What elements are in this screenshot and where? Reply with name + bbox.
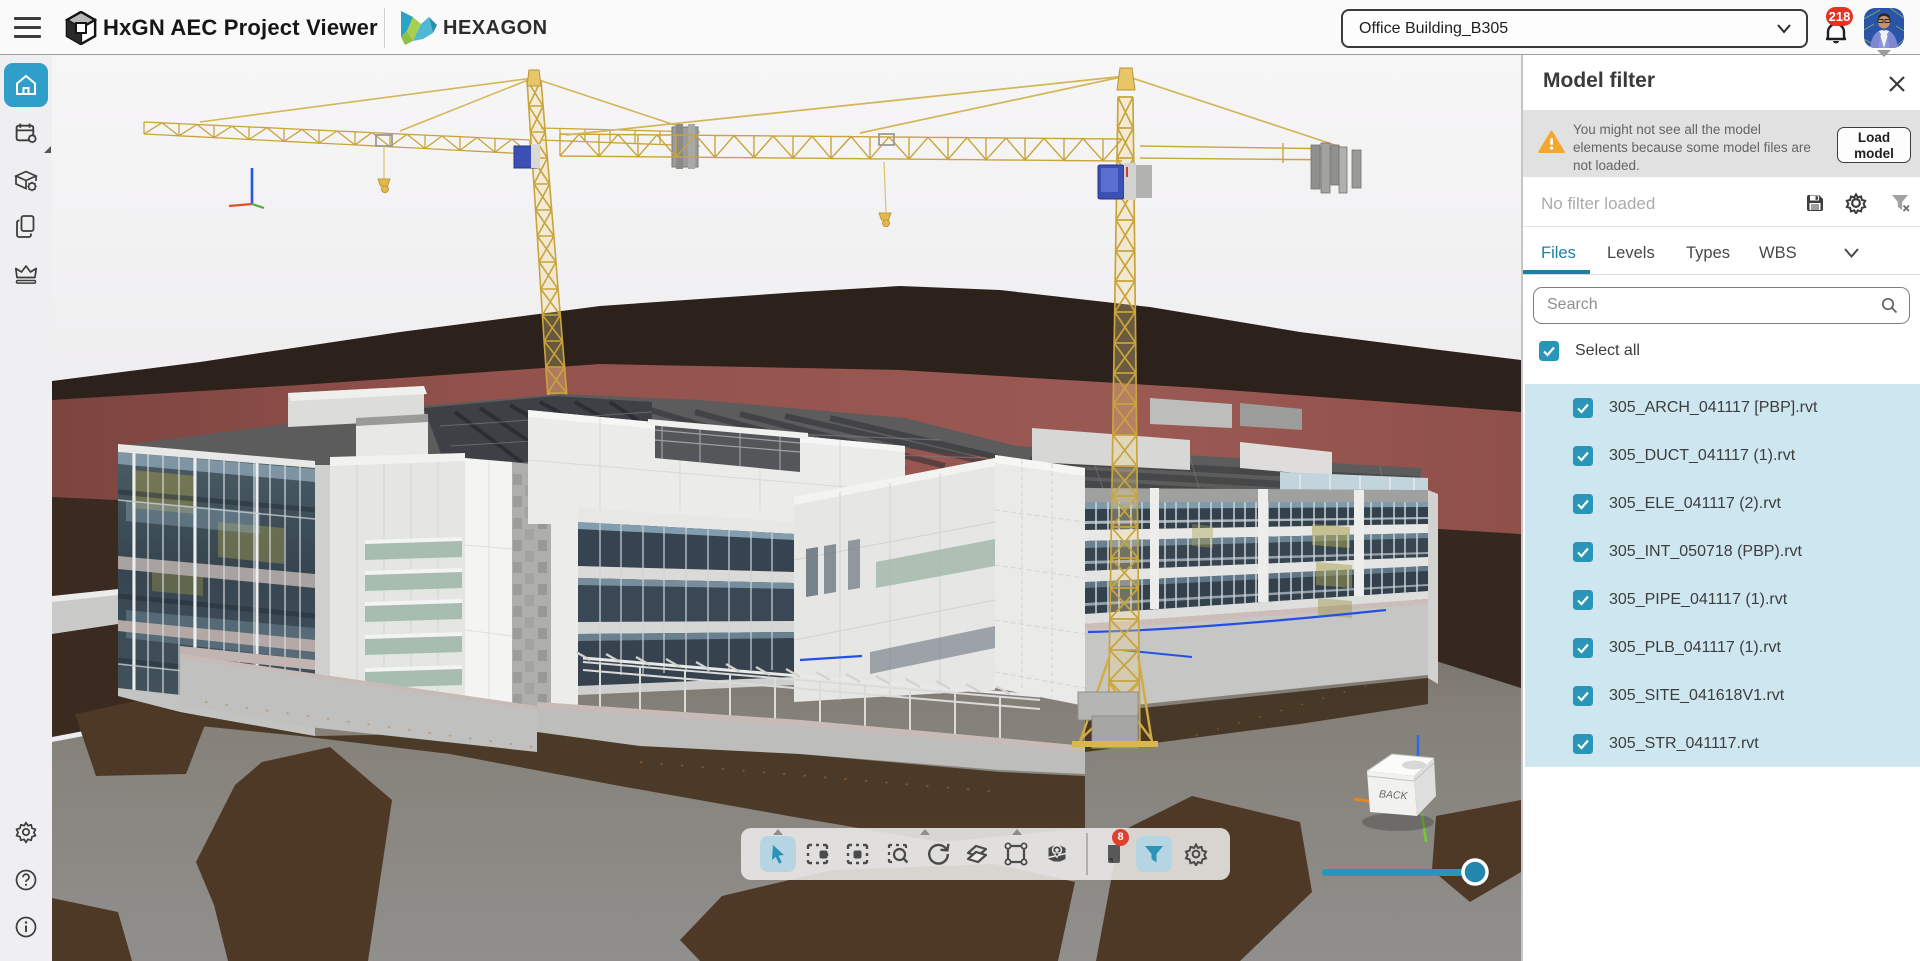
svg-text:BACK: BACK [1379,788,1409,802]
